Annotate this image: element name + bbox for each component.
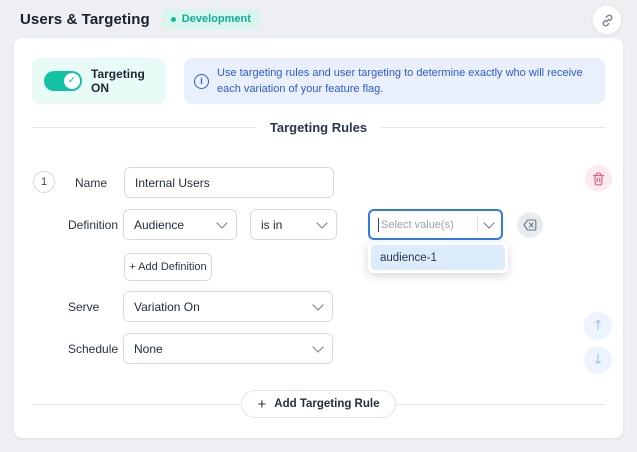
serve-select-value: Variation On bbox=[134, 300, 200, 314]
divider-line bbox=[32, 404, 241, 405]
environment-badge: Development bbox=[162, 9, 260, 29]
add-targeting-rule-button[interactable]: Add Targeting Rule bbox=[241, 390, 397, 418]
select-divider bbox=[477, 217, 478, 233]
text-cursor bbox=[378, 218, 379, 232]
add-rule-divider-row: Add Targeting Rule bbox=[32, 390, 605, 418]
definition-label: Definition bbox=[68, 219, 118, 231]
serve-label: Serve bbox=[68, 301, 99, 313]
info-icon bbox=[194, 74, 209, 89]
schedule-select-value: None bbox=[134, 342, 163, 356]
chevron-down-icon bbox=[312, 341, 323, 352]
copy-link-button[interactable] bbox=[592, 5, 622, 35]
targeting-toggle-label: Targeting ON bbox=[91, 67, 166, 95]
info-banner-text: Use targeting rules and user targeting t… bbox=[217, 65, 595, 97]
targeting-rules-divider: Targeting Rules bbox=[32, 118, 605, 136]
trash-icon bbox=[592, 172, 605, 186]
move-rule-down-button[interactable] bbox=[584, 346, 612, 374]
divider-line bbox=[381, 127, 605, 128]
values-multiselect[interactable]: Select value(s) bbox=[368, 209, 503, 240]
divider-line bbox=[396, 404, 605, 405]
arrow-up-icon bbox=[592, 318, 604, 334]
operator-select-value: is in bbox=[261, 218, 282, 232]
rule-index-badge: 1 bbox=[33, 171, 55, 193]
clear-values-button[interactable] bbox=[517, 212, 543, 238]
link-icon bbox=[600, 13, 615, 28]
attribute-select-value: Audience bbox=[134, 218, 184, 232]
info-banner: Use targeting rules and user targeting t… bbox=[184, 58, 605, 104]
delete-rule-button[interactable] bbox=[585, 165, 612, 192]
divider-line bbox=[32, 127, 256, 128]
serve-select[interactable]: Variation On bbox=[123, 291, 333, 322]
targeting-toggle-switch[interactable] bbox=[44, 71, 82, 91]
chevron-down-icon bbox=[483, 217, 494, 228]
page-header: Users & Targeting Development bbox=[20, 0, 260, 38]
add-targeting-rule-label: Add Targeting Rule bbox=[274, 398, 379, 410]
environment-badge-label: Development bbox=[182, 13, 251, 25]
environment-dot-icon bbox=[171, 17, 176, 22]
dropdown-option-audience-1[interactable]: audience-1 bbox=[371, 245, 505, 270]
attribute-select[interactable]: Audience bbox=[123, 209, 237, 240]
schedule-label: Schedule bbox=[68, 343, 118, 355]
targeting-toggle-container[interactable]: Targeting ON bbox=[32, 58, 166, 104]
backspace-icon bbox=[523, 219, 537, 231]
chevron-down-icon bbox=[216, 217, 227, 228]
targeting-card: Targeting ON Use targeting rules and use… bbox=[14, 38, 623, 438]
values-dropdown-panel: audience-1 bbox=[368, 242, 508, 273]
operator-select[interactable]: is in bbox=[250, 209, 337, 240]
chevron-down-icon bbox=[316, 217, 327, 228]
name-label: Name bbox=[75, 177, 107, 189]
chevron-down-icon bbox=[312, 299, 323, 310]
arrow-down-icon bbox=[592, 352, 604, 368]
check-icon bbox=[64, 73, 80, 89]
plus-icon bbox=[258, 397, 267, 412]
page-title: Users & Targeting bbox=[20, 11, 150, 28]
targeting-rules-title: Targeting Rules bbox=[270, 120, 367, 135]
rule-name-input[interactable] bbox=[124, 167, 334, 198]
values-placeholder: Select value(s) bbox=[381, 219, 473, 231]
move-rule-up-button[interactable] bbox=[584, 312, 612, 340]
add-definition-button[interactable]: + Add Definition bbox=[124, 253, 212, 281]
schedule-select[interactable]: None bbox=[123, 333, 333, 364]
